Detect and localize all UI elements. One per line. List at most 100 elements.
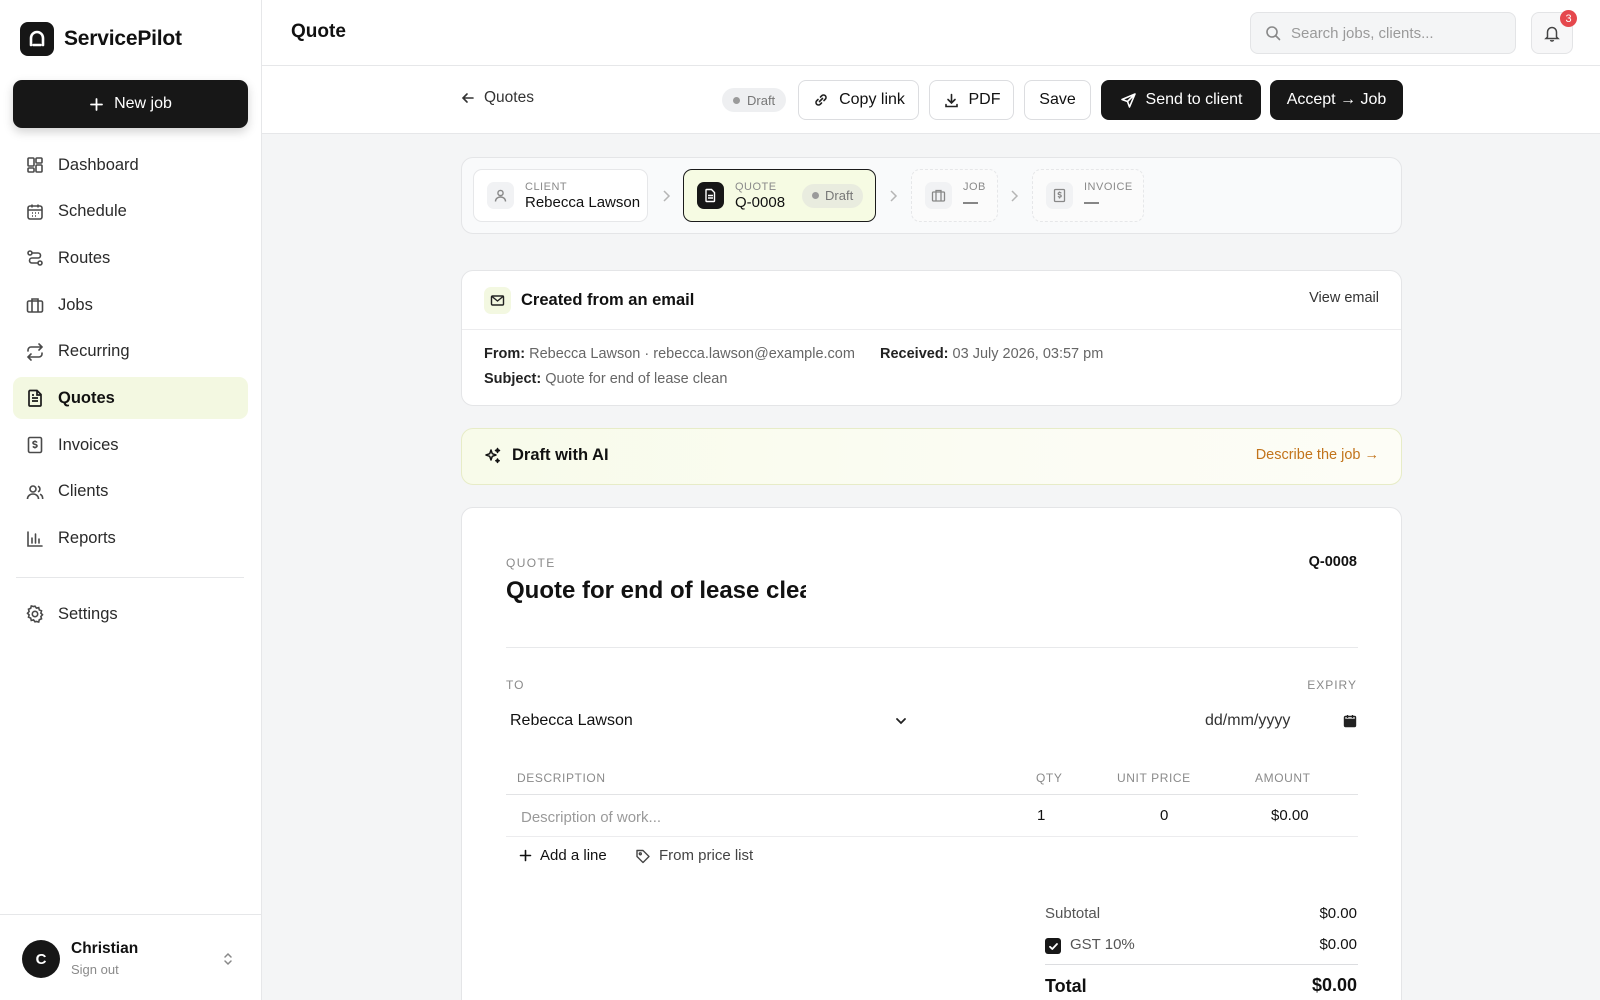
send-label: Send to client [1145, 91, 1243, 108]
sidebar-item-label: Clients [58, 482, 109, 501]
tag-icon [636, 849, 650, 863]
receipt-icon [1046, 182, 1073, 209]
sidebar-item-clients[interactable]: Clients [13, 471, 248, 513]
chevron-up-down-icon[interactable] [222, 951, 234, 967]
client-select-value: Rebecca Lawson [510, 712, 633, 729]
calendar-icon [1343, 715, 1357, 728]
price-list-label: From price list [659, 847, 754, 864]
sidebar-item-recurring[interactable]: Recurring [13, 331, 248, 373]
email-received: Received: 03 July 2026, 03:57 pm [880, 346, 1103, 362]
copy-link-button[interactable]: Copy link [798, 80, 919, 120]
calendar-icon [27, 204, 43, 220]
sidebar-item-quotes[interactable]: Quotes [13, 377, 248, 420]
new-job-label: New job [114, 95, 172, 112]
quote-number: Q-0008 [1308, 554, 1357, 570]
sidebar-item-invoices[interactable]: Invoices [13, 424, 248, 466]
describe-job-link[interactable]: Describe the job → [1256, 447, 1379, 463]
line-qty[interactable]: 1 [1037, 807, 1045, 824]
bar-chart-icon [27, 530, 43, 547]
add-line-button[interactable]: Add a line [519, 847, 607, 864]
notification-badge: 3 [1560, 10, 1577, 27]
user-menu[interactable]: C Christian Sign out [0, 914, 262, 1000]
step-value: — [963, 193, 978, 211]
total-label: Total [1045, 976, 1087, 996]
draft-with-ai-banner[interactable]: Draft with AI Describe the job → [461, 428, 1402, 485]
gst-checkbox[interactable] [1045, 938, 1061, 954]
sidebar-item-jobs[interactable]: Jobs [13, 284, 248, 326]
line-amount: $0.00 [1271, 807, 1309, 824]
step-label: INVOICE [1084, 180, 1133, 193]
users-icon [26, 485, 44, 499]
save-button[interactable]: Save [1024, 80, 1091, 120]
from-price-list-button[interactable]: From price list [635, 847, 753, 864]
sidebar-item-schedule[interactable]: Schedule [13, 191, 248, 233]
check-icon [1048, 942, 1058, 950]
search-input[interactable] [1291, 24, 1501, 42]
app-name: ServicePilot [64, 27, 182, 50]
subtotal-label: Subtotal [1045, 905, 1101, 922]
user-icon [487, 182, 514, 209]
col-unit-price: UNIT PRICE [1117, 771, 1191, 785]
new-job-button[interactable]: New job [13, 80, 248, 128]
gst-label: GST 10% [1070, 936, 1135, 953]
brand[interactable]: ServicePilot [20, 22, 182, 56]
sidebar-item-label: Recurring [58, 342, 130, 361]
plus-icon [90, 97, 103, 111]
save-label: Save [1039, 91, 1076, 108]
chevron-down-icon [896, 718, 906, 725]
pdf-button[interactable]: PDF [929, 80, 1014, 120]
accept-to-job-button[interactable]: Accept → Job [1270, 80, 1403, 120]
search-box[interactable] [1250, 12, 1516, 54]
back-to-quotes-link[interactable]: Quotes [460, 89, 534, 107]
sidebar-item-label: Quotes [58, 388, 115, 407]
email-source-card: Created from an email View email From: R… [461, 270, 1402, 406]
workflow-pipeline: CLIENT Rebecca Lawson QUOTE Q-0008 Draft… [461, 157, 1402, 234]
received-label: Received: [880, 346, 949, 362]
totals-divider [1045, 964, 1358, 965]
repeat-icon [26, 342, 44, 361]
pdf-label: PDF [968, 91, 1001, 108]
view-email-link[interactable]: View email [1309, 290, 1379, 306]
sidebar: ServicePilot New job Dashboard Schedule … [0, 0, 262, 1000]
briefcase-icon [26, 298, 44, 313]
sidebar-item-dashboard[interactable]: Dashboard [13, 144, 248, 186]
step-label: JOB [963, 180, 986, 193]
send-icon [1120, 92, 1136, 108]
quote-title-input[interactable] [506, 572, 806, 610]
chevron-right-icon [663, 190, 671, 202]
email-card-title: Created from an email [521, 290, 695, 309]
accept-label: Accept → Job [1286, 91, 1387, 108]
pipeline-step-job[interactable]: JOB — [911, 169, 998, 222]
pipeline-step-client[interactable]: CLIENT Rebecca Lawson [473, 169, 648, 222]
receipt-icon [27, 436, 43, 454]
ai-title: Draft with AI [512, 446, 609, 464]
line-unit-price[interactable]: 0 [1160, 807, 1168, 824]
sign-out-link[interactable]: Sign out [71, 962, 119, 977]
expiry-date-input[interactable]: dd/mm/yyyy [1205, 703, 1357, 739]
pipeline-step-quote[interactable]: QUOTE Q-0008 Draft [683, 169, 876, 222]
mail-icon [484, 286, 511, 314]
top-header: Quote 3 [262, 0, 1600, 66]
avatar: C [22, 940, 60, 978]
send-to-client-button[interactable]: Send to client [1101, 80, 1261, 120]
client-select[interactable]: Rebecca Lawson [506, 703, 911, 739]
dashboard-icon [27, 157, 43, 173]
notifications-button[interactable]: 3 [1531, 10, 1577, 54]
sidebar-item-routes[interactable]: Routes [13, 237, 248, 279]
status-label: Draft [825, 188, 854, 203]
col-description: DESCRIPTION [517, 771, 606, 785]
document-icon [697, 182, 724, 209]
pipeline-step-invoice[interactable]: INVOICE — [1032, 169, 1144, 222]
step-label: QUOTE [735, 180, 777, 193]
sidebar-item-reports[interactable]: Reports [13, 518, 248, 560]
sidebar-item-label: Dashboard [58, 155, 139, 174]
subject-value: Quote for end of lease clean [545, 371, 728, 387]
status-dot [812, 192, 820, 199]
quote-label: QUOTE [506, 556, 556, 570]
subtotal-value: $0.00 [1319, 905, 1357, 922]
total-value: $0.00 [1311, 975, 1357, 995]
sidebar-item-settings[interactable]: Settings [13, 593, 248, 635]
action-bar: Quotes Draft Copy link PDF Save Send to … [262, 66, 1600, 134]
line-description-input[interactable] [521, 803, 971, 831]
back-label: Quotes [484, 89, 534, 106]
